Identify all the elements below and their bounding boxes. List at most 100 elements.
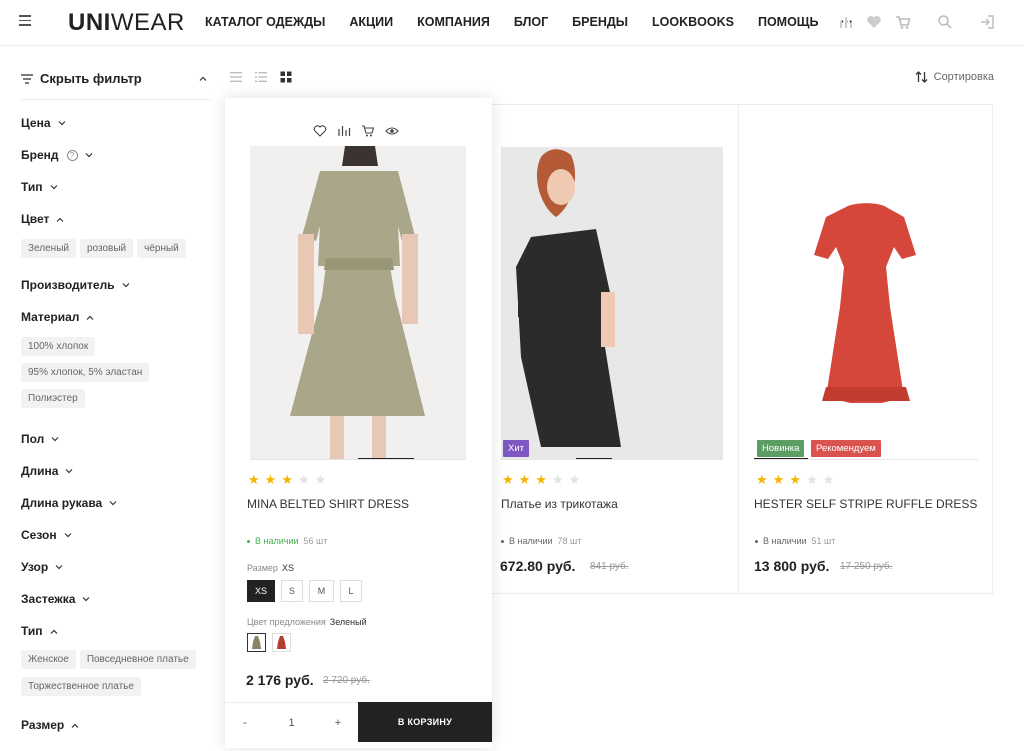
main-nav: КАТАЛОГ ОДЕЖДЫ АКЦИИ КОМПАНИЯ БЛОГ БРЕНД…: [205, 15, 853, 29]
cart-icon[interactable]: [361, 124, 375, 138]
nav-item-blog[interactable]: БЛОГ: [514, 15, 548, 29]
nav-item-sales[interactable]: АКЦИИ: [349, 15, 393, 29]
chevron-up-icon: [86, 315, 94, 320]
chip-material-cotton[interactable]: 100% хлопок: [21, 337, 96, 356]
nav-item-catalog[interactable]: КАТАЛОГ ОДЕЖДЫ: [205, 15, 325, 29]
login-icon[interactable]: [978, 13, 996, 31]
filter-material-head[interactable]: Материал: [21, 310, 149, 324]
burger-menu-icon[interactable]: [19, 15, 31, 26]
color-label: Цвет предложения Зеленый: [247, 617, 367, 627]
help-icon[interactable]: ?: [66, 149, 78, 161]
star-icon: ★: [281, 472, 293, 487]
chip-color-black[interactable]: чёрный: [137, 239, 186, 258]
size-l-button[interactable]: L: [340, 580, 362, 602]
nav-item-lookbooks[interactable]: LOOKBOOKS: [652, 15, 734, 29]
filter-pattern[interactable]: Узор: [21, 560, 63, 574]
quick-actions: [313, 124, 399, 138]
qty-plus-button[interactable]: +: [318, 717, 358, 729]
filter-brand[interactable]: Бренд ?: [21, 148, 93, 162]
filter-fastener[interactable]: Застежка: [21, 592, 90, 606]
chevron-up-icon: [199, 76, 207, 81]
nav-item-company[interactable]: КОМПАНИЯ: [417, 15, 490, 29]
filter-gender[interactable]: Пол: [21, 432, 59, 446]
view-grid-icon[interactable]: [280, 71, 292, 83]
star-icon: ★: [297, 472, 310, 487]
stock-count: 78 шт: [557, 536, 582, 546]
hide-filter-label: Скрыть фильтр: [40, 71, 142, 86]
chevron-down-icon: [83, 596, 90, 601]
filter-length[interactable]: Длина: [21, 464, 73, 478]
filter-icon: [21, 73, 33, 84]
rating-stars: ★ ★ ★ ★ ★: [248, 473, 326, 486]
product-title-2[interactable]: Платье из трикотажа: [501, 497, 618, 511]
search-icon[interactable]: [936, 13, 954, 31]
product-title-3[interactable]: HESTER SELF STRIPE RUFFLE DRESS: [754, 497, 977, 511]
chip-type-formal[interactable]: Торжественное платье: [21, 677, 141, 696]
product-title-1[interactable]: MINA BELTED SHIRT DRESS: [247, 497, 409, 511]
nav-item-help[interactable]: ПОМОЩЬ: [758, 15, 819, 29]
cart-icon[interactable]: [894, 13, 912, 31]
old-price: 841 руб.: [590, 561, 629, 572]
quick-view-icon[interactable]: [385, 124, 399, 138]
qty-minus-button[interactable]: -: [225, 717, 265, 729]
chip-color-pink[interactable]: розовый: [79, 239, 134, 258]
size-label-text: Размер: [247, 563, 278, 573]
chip-color-green[interactable]: Зеленый: [21, 239, 76, 258]
filter-type-label: Тип: [21, 180, 43, 194]
chip-material-polyester[interactable]: Полиэстер: [21, 389, 85, 408]
stock-dot: [501, 539, 504, 543]
filter-brand-label: Бренд: [21, 148, 59, 162]
red-dress-photo: [814, 203, 916, 403]
compare-icon[interactable]: [837, 13, 855, 31]
khaki-dress-photo: [250, 146, 466, 459]
star-icon: ★: [535, 472, 547, 487]
sort-icon: [915, 71, 928, 83]
price: 13 800 руб.: [754, 558, 830, 574]
product-image-2[interactable]: [501, 147, 723, 459]
chip-type-women[interactable]: Женское: [21, 650, 76, 669]
color-swatch-green[interactable]: [247, 633, 266, 652]
product-image-1[interactable]: [250, 146, 466, 459]
heart-icon[interactable]: [865, 13, 883, 31]
stock-status: В наличии 78 шт: [501, 536, 581, 546]
filter-type2-head[interactable]: Тип: [21, 624, 211, 638]
compare-icon[interactable]: [337, 124, 351, 138]
view-list-icon[interactable]: [255, 71, 267, 83]
stock-label: В наличии: [763, 536, 807, 546]
chip-type-casual[interactable]: Повседневное платье: [79, 650, 196, 669]
product-image-3[interactable]: [754, 147, 978, 459]
filter-color-head[interactable]: Цвет: [21, 212, 211, 226]
qty-input[interactable]: 1: [265, 717, 318, 729]
wishlist-icon[interactable]: [313, 124, 327, 138]
sort-button[interactable]: Сортировка: [915, 71, 994, 83]
filter-sleeve-length[interactable]: Длина рукава: [21, 496, 117, 510]
size-m-button[interactable]: M: [309, 580, 334, 602]
nav-item-brands[interactable]: БРЕНДЫ: [572, 15, 628, 29]
star-icon: ★: [756, 472, 768, 487]
filter-size[interactable]: Размер: [21, 718, 79, 732]
filter-manufacturer-label: Производитель: [21, 278, 115, 292]
star-icon: ★: [805, 472, 818, 487]
star-icon: ★: [789, 472, 801, 487]
filter-type[interactable]: Тип: [21, 180, 58, 194]
hide-filter-toggle[interactable]: Скрыть фильтр: [21, 68, 211, 100]
badge-hit: Хит: [503, 440, 529, 457]
star-icon: ★: [551, 472, 564, 487]
add-to-cart-button[interactable]: В КОРЗИНУ: [358, 702, 492, 742]
image-slider-track: [501, 459, 723, 460]
filter-manufacturer[interactable]: Производитель: [21, 278, 130, 292]
filter-season[interactable]: Сезон: [21, 528, 72, 542]
view-list-wide-icon[interactable]: [230, 71, 242, 83]
rating-stars: ★ ★ ★ ★ ★: [756, 473, 834, 486]
size-s-button[interactable]: S: [281, 580, 303, 602]
chevron-down-icon: [64, 532, 72, 537]
chevron-up-icon: [56, 217, 64, 222]
chip-material-cotton-elastane[interactable]: 95% хлопок, 5% эластан: [21, 363, 150, 382]
filter-material-label: Материал: [21, 310, 80, 324]
filter-price[interactable]: Цена: [21, 116, 66, 130]
color-swatch-red[interactable]: [272, 633, 291, 652]
filter-color: Цвет Зеленый розовый чёрный: [21, 212, 211, 258]
header: UNIWEAR КАТАЛОГ ОДЕЖДЫ АКЦИИ КОМПАНИЯ БЛ…: [0, 0, 1024, 46]
logo[interactable]: UNIWEAR: [68, 9, 185, 37]
size-xs-button[interactable]: XS: [247, 580, 275, 602]
